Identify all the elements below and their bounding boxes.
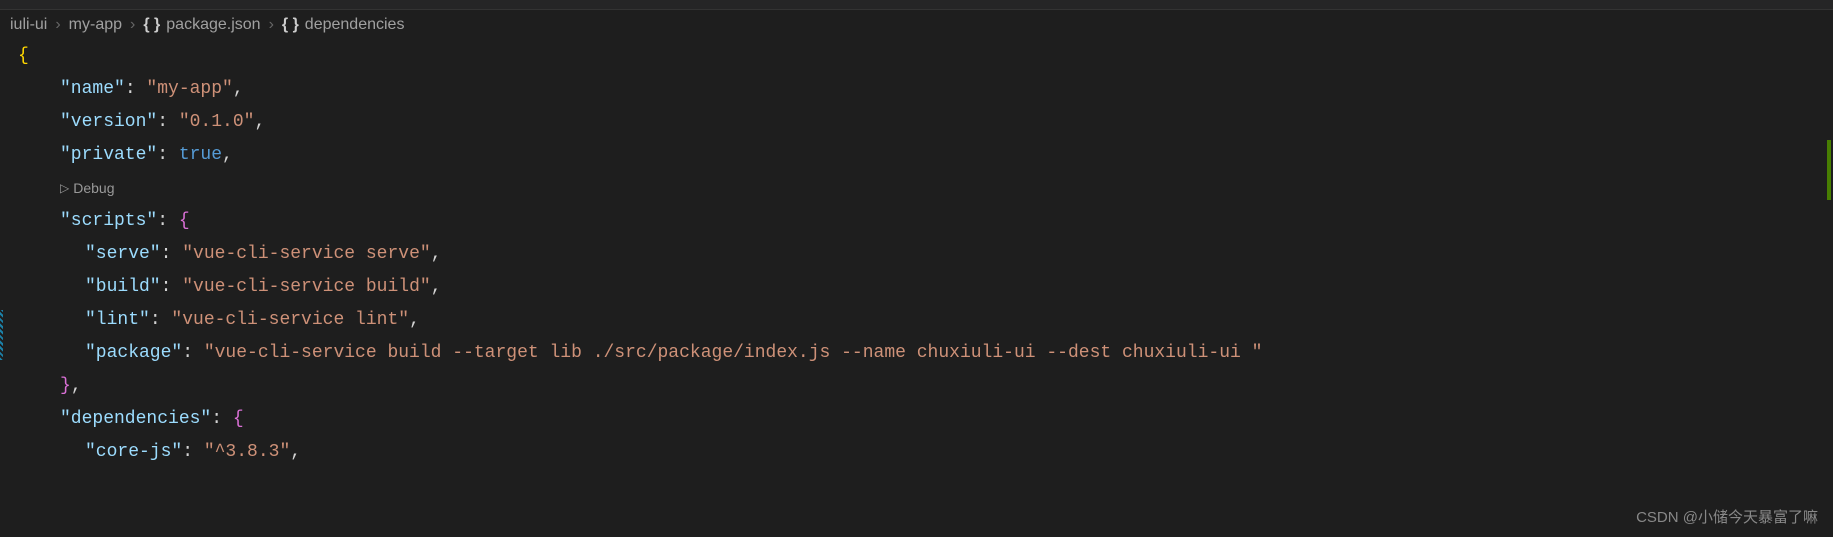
code-line[interactable]: "serve": "vue-cli-service serve", [10,238,1833,271]
code-line[interactable]: { [10,40,1833,73]
breadcrumb-item-symbol[interactable]: { } dependencies [282,16,405,34]
minimap[interactable] [1818,40,1833,440]
breadcrumb: iuli-ui › my-app › { } package.json › { … [0,10,1833,40]
chevron-right-icon: › [130,16,135,34]
watermark: CSDN @小储今天暴富了嘛 [1636,506,1818,527]
minimap-change-marker [1827,140,1831,200]
code-line[interactable]: "scripts": { [10,205,1833,238]
chevron-right-icon: › [269,16,274,34]
code-line[interactable]: "name": "my-app", [10,73,1833,106]
breadcrumb-item-file[interactable]: { } package.json [143,16,260,34]
breadcrumb-item-folder[interactable]: my-app [69,16,122,34]
breadcrumb-item-root[interactable]: iuli-ui [10,16,47,34]
code-line[interactable]: "build": "vue-cli-service build", [10,271,1833,304]
editor-top-bar [0,0,1833,10]
code-line[interactable]: "private": true, [10,139,1833,172]
change-indicator [0,310,3,360]
debug-codelens[interactable]: ▷Debug [10,172,1833,205]
code-line[interactable]: }, [10,370,1833,403]
braces-icon: { } [143,16,160,34]
code-line[interactable]: "package": "vue-cli-service build --targ… [10,337,1833,370]
play-icon: ▷ [60,172,69,205]
braces-icon: { } [282,16,299,34]
code-line[interactable]: "dependencies": { [10,403,1833,436]
code-editor[interactable]: { "name": "my-app", "version": "0.1.0", … [0,40,1833,469]
code-line[interactable]: "version": "0.1.0", [10,106,1833,139]
code-line[interactable]: "lint": "vue-cli-service lint", [10,304,1833,337]
chevron-right-icon: › [55,16,60,34]
code-line[interactable]: "core-js": "^3.8.3", [10,436,1833,469]
